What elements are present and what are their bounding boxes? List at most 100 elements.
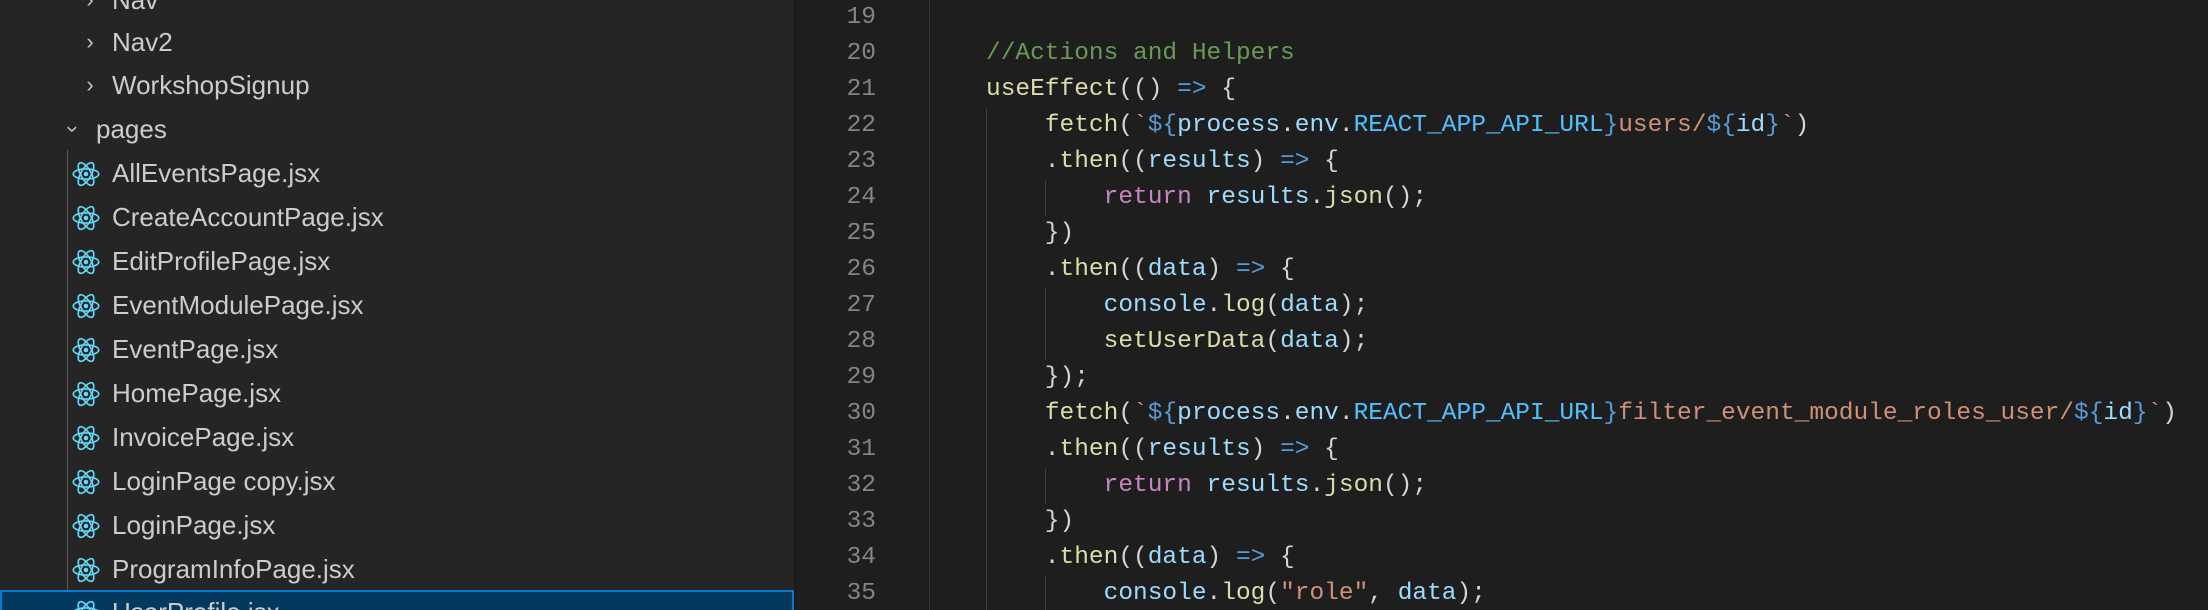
line-number: 26 xyxy=(846,256,876,283)
line-number: 35 xyxy=(846,580,876,607)
code-token: ); xyxy=(1338,292,1369,319)
code-token: . xyxy=(1280,112,1295,139)
code-token: ) xyxy=(1206,544,1236,571)
explorer-sidebar: › Nav › Nav2 › WorkshopSignup › pages Al… xyxy=(0,0,794,610)
code-token: then xyxy=(1059,544,1119,571)
code-token: ); xyxy=(1456,580,1486,607)
code-text: .then((data) => { xyxy=(986,540,1295,576)
code-token: { xyxy=(1309,148,1339,175)
code-token: console xyxy=(1103,292,1207,319)
tree-file-loginpage[interactable]: LoginPage.jsx xyxy=(0,503,794,547)
tree-folder-pages[interactable]: › pages xyxy=(0,107,794,151)
code-token: //Actions and Helpers xyxy=(986,40,1295,67)
tree-item-label: pages xyxy=(96,114,167,144)
code-editor[interactable]: 19 20 //Actions and Helpers 21 useEffect(() … xyxy=(796,0,2208,610)
code-line[interactable]: 33 }) xyxy=(796,504,2208,540)
code-token: data xyxy=(1147,256,1207,283)
code-token: } xyxy=(1603,400,1619,427)
code-line[interactable]: 23 .then((results) => { xyxy=(796,144,2208,180)
line-number: 30 xyxy=(846,400,876,427)
code-line[interactable]: 19 xyxy=(796,0,2208,36)
code-token: . xyxy=(986,256,1060,283)
tree-file-programinfopage[interactable]: ProgramInfoPage.jsx xyxy=(0,547,794,591)
tree-item-label: LoginPage copy.jsx xyxy=(112,466,336,496)
code-token: ${ xyxy=(1147,400,1178,427)
code-token: users/ xyxy=(1618,112,1707,139)
code-text: }) xyxy=(986,504,1074,540)
code-token: ) xyxy=(1250,148,1281,175)
code-line[interactable]: 27 console.log(data); xyxy=(796,288,2208,324)
line-number: 28 xyxy=(846,328,876,355)
code-line[interactable]: 30 fetch(`${process.env.REACT_APP_API_UR… xyxy=(796,396,2208,432)
tree-file-loginpage-copy[interactable]: LoginPage copy.jsx xyxy=(0,459,794,503)
code-token: "role" xyxy=(1280,580,1369,607)
code-line[interactable]: 22 fetch(`${process.env.REACT_APP_API_UR… xyxy=(796,108,2208,144)
code-line[interactable]: 31 .then((results) => { xyxy=(796,432,2208,468)
code-line[interactable]: 35 console.log("role", data); xyxy=(796,576,2208,610)
code-token: useEffect xyxy=(986,76,1119,103)
code-text: .then((results) => { xyxy=(986,432,1339,468)
react-icon xyxy=(72,381,100,407)
code-token: . xyxy=(1280,400,1295,427)
tree-file-invoicepage[interactable]: InvoicePage.jsx xyxy=(0,415,794,459)
tree-file-userprofile[interactable]: UserProfile.jsx xyxy=(0,590,794,610)
react-icon xyxy=(72,337,100,363)
code-token: ( xyxy=(1118,400,1134,427)
line-number: 34 xyxy=(846,544,876,571)
code-token: (( xyxy=(1118,148,1148,175)
code-line[interactable]: 34 .then((data) => { xyxy=(796,540,2208,576)
code-token: (); xyxy=(1382,472,1428,499)
code-line[interactable]: 29 }); xyxy=(796,360,2208,396)
code-token: . xyxy=(986,436,1060,463)
chevron-right-icon: › xyxy=(86,29,94,54)
line-number: 21 xyxy=(846,76,876,103)
code-line[interactable]: 25 }) xyxy=(796,216,2208,252)
react-icon xyxy=(72,513,100,539)
code-line[interactable]: 24 return results.json(); xyxy=(796,180,2208,216)
code-text: //Actions and Helpers xyxy=(986,36,1295,72)
code-token: results xyxy=(1147,436,1251,463)
code-line[interactable]: 21 useEffect(() => { xyxy=(796,72,2208,108)
code-token: REACT_APP_API_URL xyxy=(1353,400,1604,427)
code-token: results xyxy=(1206,184,1310,211)
tree-file-eventmodulepage[interactable]: EventModulePage.jsx xyxy=(0,283,794,327)
tree-file-createaccountpage[interactable]: CreateAccountPage.jsx xyxy=(0,195,794,239)
code-text: return results.json(); xyxy=(986,180,1427,216)
code-token: ( xyxy=(1118,112,1134,139)
code-line[interactable]: 20 //Actions and Helpers xyxy=(796,36,2208,72)
code-token: } xyxy=(1765,112,1780,139)
code-token: . xyxy=(1309,184,1325,211)
tree-file-eventpage[interactable]: EventPage.jsx xyxy=(0,327,794,371)
tree-item-label: Nav2 xyxy=(112,27,173,57)
code-token: . xyxy=(986,544,1060,571)
code-token: env xyxy=(1294,400,1339,427)
code-token: => xyxy=(1280,148,1310,175)
tree-folder-nav[interactable]: › Nav xyxy=(0,0,794,22)
code-token: json xyxy=(1324,184,1383,211)
tree-item-label: WorkshopSignup xyxy=(112,70,310,100)
tree-item-label: EditProfilePage.jsx xyxy=(112,246,331,276)
code-token: ( xyxy=(1265,292,1281,319)
tree-folder-nav2[interactable]: › Nav2 xyxy=(0,20,794,64)
code-text: return results.json(); xyxy=(986,468,1427,504)
code-token: ); xyxy=(1338,328,1369,355)
tree-file-alleventspage[interactable]: AllEventsPage.jsx xyxy=(0,151,794,195)
code-line[interactable]: 26 .then((data) => { xyxy=(796,252,2208,288)
tree-folder-workshopsignup[interactable]: › WorkshopSignup xyxy=(0,63,794,107)
code-token: . xyxy=(986,148,1060,175)
code-line[interactable]: 32 return results.json(); xyxy=(796,468,2208,504)
code-token: ${ xyxy=(1706,112,1736,139)
tree-file-editprofilepage[interactable]: EditProfilePage.jsx xyxy=(0,239,794,283)
tree-file-homepage[interactable]: HomePage.jsx xyxy=(0,371,794,415)
code-token: (( xyxy=(1118,544,1148,571)
code-token: } xyxy=(2132,400,2148,427)
line-number: 27 xyxy=(846,292,876,319)
code-token: ${ xyxy=(1147,112,1178,139)
chevron-right-icon: › xyxy=(80,0,100,22)
code-line[interactable]: 28 setUserData(data); xyxy=(796,324,2208,360)
code-token: data xyxy=(1397,580,1457,607)
tree-item-label: EventPage.jsx xyxy=(112,334,279,364)
